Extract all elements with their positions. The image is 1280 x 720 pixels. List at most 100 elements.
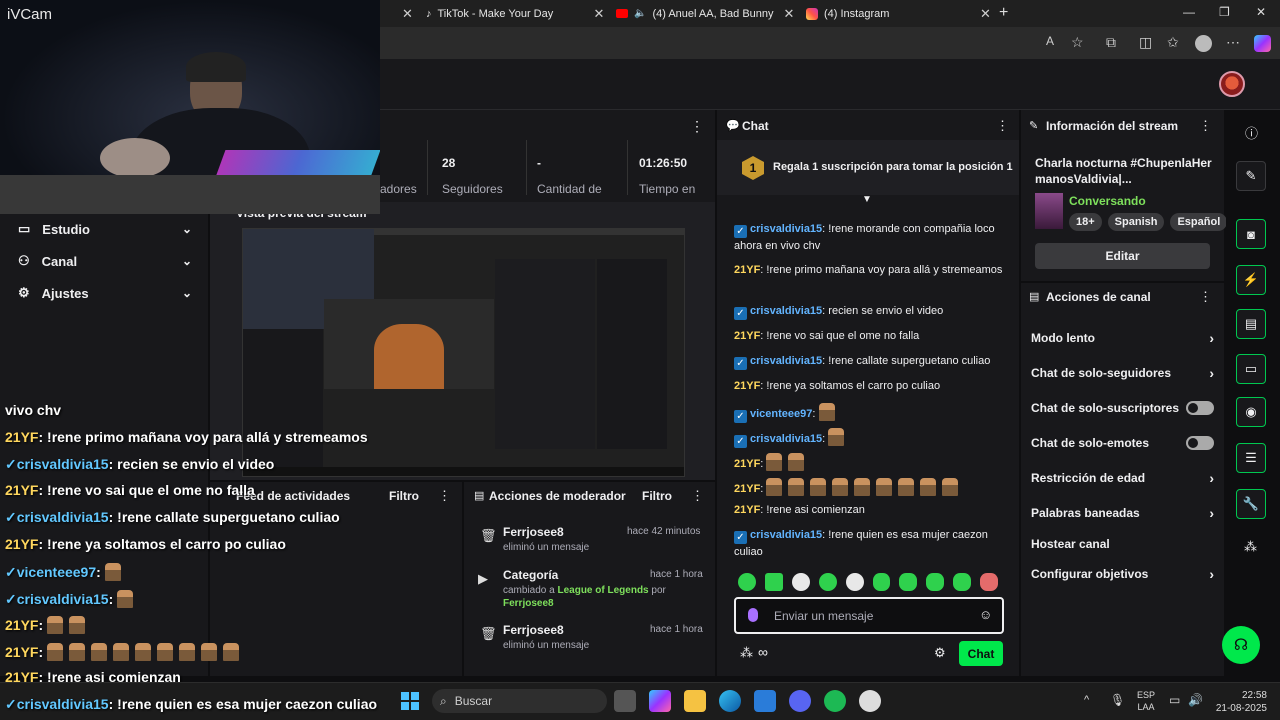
split-screen-icon[interactable]: ◫: [1139, 34, 1152, 51]
nav-item-estudio[interactable]: ▭ Estudio ⌄: [0, 213, 208, 245]
action-emotes-only[interactable]: Chat de solo-emotes: [1031, 433, 1214, 453]
channel-icon: ⚇: [18, 253, 30, 268]
emote-icon[interactable]: [764, 573, 783, 591]
language-indicator[interactable]: ESP LAA: [1137, 689, 1155, 713]
taskbar-search[interactable]: ⌕ Buscar: [432, 689, 607, 713]
emote-icon[interactable]: [845, 573, 864, 591]
tab-tiktok[interactable]: ♪ TikTok - Make Your Day ✕: [418, 0, 608, 27]
restore-icon[interactable]: ❐: [1219, 5, 1230, 19]
nav-item-label: Canal: [41, 253, 78, 269]
tab-instagram[interactable]: (4) Instagram ✕: [798, 0, 993, 27]
edge-icon[interactable]: [719, 690, 741, 712]
preview-actions: [597, 259, 667, 449]
minimize-icon[interactable]: —: [1183, 5, 1195, 19]
task-view-icon[interactable]: [614, 690, 636, 712]
favorite-star-icon[interactable]: ☆: [1071, 34, 1084, 51]
emote-icon[interactable]: [926, 573, 945, 591]
nav-item-canal[interactable]: ⚇ Canal ⌄: [0, 245, 208, 277]
lightning-icon[interactable]: ⚡: [1236, 265, 1266, 295]
document-icon[interactable]: ▤: [1236, 309, 1266, 339]
file-explorer-icon[interactable]: [684, 690, 706, 712]
more-icon[interactable]: ⋯: [1226, 34, 1240, 51]
chat-message: ✓ crisvaldivia15: !rene quien es esa muje…: [734, 529, 988, 558]
app-icon[interactable]: [859, 690, 881, 712]
copilot-icon[interactable]: [649, 690, 671, 712]
tab-previous[interactable]: ✕: [380, 0, 420, 27]
pencil-icon[interactable]: ✎: [1236, 161, 1266, 191]
broadcast-icon[interactable]: ◉: [1236, 397, 1266, 427]
collapse-icon[interactable]: ▼: [862, 194, 872, 205]
chevron-up-icon[interactable]: ^: [1084, 694, 1089, 706]
category-boxart: [1035, 193, 1063, 229]
spotify-icon[interactable]: [824, 690, 846, 712]
category-link[interactable]: League of Legends: [557, 585, 648, 596]
emote-icon[interactable]: [953, 573, 972, 591]
tiktok-icon: ♪: [426, 7, 432, 20]
chat-title: Chat: [742, 119, 769, 133]
chat-bubble-icon[interactable]: ▭: [1236, 354, 1266, 384]
action-age-restriction[interactable]: Restricción de edad ›: [1031, 468, 1214, 488]
tab-youtube[interactable]: 🔈 (4) Anuel AA, Bad Bunny - La ✕: [608, 0, 798, 27]
divider: [526, 140, 527, 195]
support-button[interactable]: ☊: [1222, 626, 1260, 664]
network-icon[interactable]: ▭: [1169, 693, 1180, 707]
emote-icon[interactable]: [791, 573, 810, 591]
extensions-icon[interactable]: ⁂: [1244, 539, 1257, 555]
emote-icon[interactable]: [818, 573, 837, 591]
close-icon[interactable]: ✕: [980, 6, 991, 22]
more-vertical-icon[interactable]: ⋮: [438, 488, 451, 504]
action-banned-words[interactable]: Palabras baneadas ›: [1031, 503, 1214, 523]
info-icon[interactable]: ⓘ: [1245, 123, 1258, 142]
nav-item-ajustes[interactable]: ⚙ Ajustes ⌄: [0, 277, 208, 309]
close-icon[interactable]: ✕: [402, 6, 413, 22]
gear-icon[interactable]: ⚙: [934, 645, 946, 661]
mod-entry-user[interactable]: Ferrjosee8: [503, 623, 564, 637]
action-slow-mode[interactable]: Modo lento ›: [1031, 328, 1214, 348]
microphone-icon[interactable]: [748, 608, 758, 622]
close-window-icon[interactable]: ✕: [1256, 5, 1266, 19]
close-icon[interactable]: ✕: [783, 6, 794, 22]
more-vertical-icon[interactable]: ⋮: [691, 488, 704, 504]
action-goals[interactable]: Configurar objetivos ›: [1031, 564, 1214, 584]
action-host-channel[interactable]: Hostear canal: [1031, 534, 1214, 554]
read-aloud-icon[interactable]: A: [1046, 34, 1054, 48]
close-icon[interactable]: ✕: [594, 6, 605, 22]
new-tab-icon[interactable]: +: [999, 4, 1008, 22]
chat-send-button[interactable]: Chat: [959, 641, 1003, 666]
edit-button[interactable]: Editar: [1035, 243, 1210, 269]
mod-entry-user[interactable]: Ferrjosee8: [503, 525, 564, 539]
more-vertical-icon[interactable]: ⋮: [996, 118, 1009, 134]
emote-icon[interactable]: [738, 573, 756, 591]
discord-icon[interactable]: [789, 690, 811, 712]
emote-icon[interactable]: [899, 573, 918, 591]
profile-icon[interactable]: [1195, 35, 1212, 52]
clock[interactable]: 22:58 21-08-2025: [1213, 689, 1267, 715]
category-name[interactable]: Conversando: [1069, 194, 1146, 208]
favorites-icon[interactable]: ✩: [1167, 34, 1179, 51]
emote-picker-icon[interactable]: ☺: [979, 607, 992, 622]
preview-taskbar: [243, 467, 684, 476]
more-vertical-icon[interactable]: ⋮: [690, 118, 704, 135]
mod-entry-by[interactable]: Ferrjosee8: [503, 598, 554, 609]
more-vertical-icon[interactable]: ⋮: [1199, 118, 1212, 134]
avatar[interactable]: [1219, 71, 1245, 97]
action-subscribers-only[interactable]: Chat de solo-suscriptores: [1031, 398, 1214, 418]
wrench-icon[interactable]: 🔧: [1236, 489, 1266, 519]
filter-button[interactable]: Filtro: [389, 489, 419, 503]
emote-icon[interactable]: [980, 573, 999, 591]
copilot-icon[interactable]: [1254, 35, 1271, 52]
chat-input[interactable]: Enviar un mensaje ☺: [734, 597, 1004, 634]
emote-icon[interactable]: [872, 573, 891, 591]
microphone-icon[interactable]: 🎙: [1110, 693, 1125, 707]
chat-message: 21YF: !rene primo mañana voy para allá y…: [734, 264, 1003, 276]
clip-icon[interactable]: ◙: [1236, 219, 1266, 249]
volume-icon[interactable]: 🔊: [1188, 693, 1203, 707]
store-icon[interactable]: [754, 690, 776, 712]
more-vertical-icon[interactable]: ⋮: [1199, 289, 1212, 305]
queue-icon[interactable]: ☰: [1236, 443, 1266, 473]
windows-start-icon[interactable]: [401, 692, 419, 710]
extensions-icon[interactable]: ⧉: [1106, 34, 1116, 51]
filter-button[interactable]: Filtro: [642, 489, 672, 503]
action-followers-only[interactable]: Chat de solo-seguidores ›: [1031, 363, 1214, 383]
channel-points-icon[interactable]: ⁂: [740, 645, 753, 661]
